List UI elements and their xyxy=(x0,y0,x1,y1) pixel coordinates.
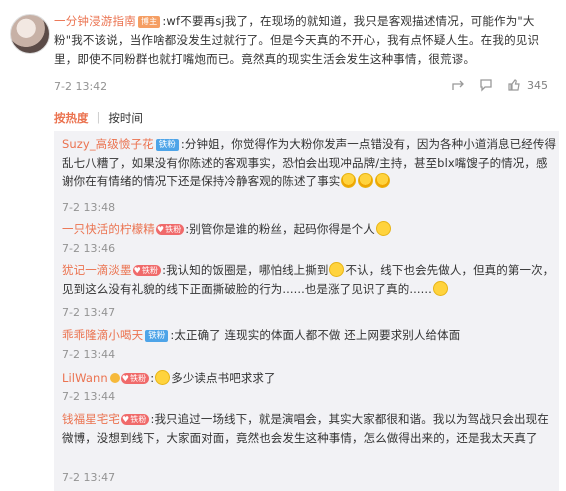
reply-username[interactable]: LilWann xyxy=(62,371,108,385)
emoji-smile-icon xyxy=(375,221,391,236)
reply-time: 7-2 13:44 xyxy=(62,348,116,361)
heart-icon: ♥ xyxy=(156,225,165,234)
reply-text: :太正确了 连现实的体面人都不做 还上网要求别人给体面 xyxy=(170,328,461,342)
sort-by-time[interactable]: 按时间 xyxy=(108,110,143,126)
like-count: 345 xyxy=(527,78,548,92)
fan-tag: 铁粉 xyxy=(155,139,179,151)
avatar[interactable] xyxy=(10,14,50,54)
emoji-hug-icon xyxy=(341,173,357,188)
reply-time: 7-2 13:46 xyxy=(62,242,116,255)
blogger-badge: 博主 xyxy=(137,16,161,28)
main-comment-text: 一分钟浸游指南 博主:wf不要再sj我了，在现场的就知道，我只是客观描述情况，可能… xyxy=(54,12,554,69)
reply-time: 7-2 13:47 xyxy=(62,471,116,484)
heart-icon: ♥ xyxy=(122,415,130,424)
fan-level-badge: ♥ 铁粉 xyxy=(120,373,150,384)
sort-divider: | xyxy=(96,110,101,124)
reply-item: 乖乖隆滴小喝天 铁粉:太正确了 连现实的体面人都不做 还上网要求别人给体面 xyxy=(62,326,557,345)
main-comment-actions: 345 xyxy=(451,78,548,92)
reply-username[interactable]: 犹记一滴淡墨 xyxy=(62,263,132,277)
sort-bar: 按热度 | 按时间 xyxy=(54,110,143,126)
main-comment-username[interactable]: 一分钟浸游指南 xyxy=(54,14,136,28)
emoji-sob-icon xyxy=(329,262,345,277)
reply-item: 一只快活的柠檬精 ♥ 铁粉:别管你是谁的粉丝，起码你得是个人 xyxy=(62,220,557,239)
reply-username[interactable]: Suzy_高级憸子花 xyxy=(62,137,154,151)
reply-item: LilWann ♥ 铁粉: 多少读点书吧求求了 xyxy=(62,370,276,385)
comment-icon[interactable] xyxy=(479,78,493,92)
reply-time: 7-2 13:47 xyxy=(62,306,116,319)
reply-username[interactable]: 一只快活的柠檬精 xyxy=(62,222,155,236)
reply-username[interactable]: 钱福星宅宅 xyxy=(62,412,120,426)
reply-text: 多少读点书吧求求了 xyxy=(171,371,276,385)
reply-item: Suzy_高级憸子花 铁粉:分钟姐，你觉得作为大粉你发声一点错没有，因为各种小道消… xyxy=(62,135,557,191)
reply-item: 犹记一滴淡墨 ♥ 铁粉:我认知的饭圈是，哪怕线上撕到 不认，线下也会先做人，但真的第一… xyxy=(62,261,557,298)
reply-text: :我认知的饭圈是，哪怕线上撕到 xyxy=(162,263,329,277)
sort-by-hot[interactable]: 按热度 xyxy=(54,110,89,126)
reply-text: :别管你是谁的粉丝，起码你得是个人 xyxy=(185,222,375,236)
share-icon[interactable] xyxy=(451,78,465,92)
heart-icon: ♥ xyxy=(121,374,130,383)
fan-level-badge: ♥ 铁粉 xyxy=(132,265,162,276)
reply-time: 7-2 13:44 xyxy=(62,390,116,403)
emoji-sob-icon xyxy=(155,370,171,385)
like-icon[interactable] xyxy=(507,78,521,92)
crown-icon xyxy=(109,373,120,383)
heart-icon: ♥ xyxy=(133,266,141,275)
main-comment-time: 7-2 13:42 xyxy=(54,80,108,93)
reply-time: 7-2 13:48 xyxy=(62,201,116,214)
reply-username[interactable]: 乖乖隆滴小喝天 xyxy=(62,328,143,342)
emoji-hug-icon xyxy=(375,173,391,188)
reply-item: 钱福星宅宅 ♥ 铁粉:我只追过一场线下，就是演唱会，其实大家都很和谐。我以为驾战只会… xyxy=(62,410,557,447)
fan-tag: 铁粉 xyxy=(145,330,169,342)
emoji-hug-icon xyxy=(358,173,374,188)
main-comment: 一分钟浸游指南 博主:wf不要再sj我了，在现场的就知道，我只是客观描述情况，可能… xyxy=(0,0,566,100)
fan-level-badge: ♥ 铁粉 xyxy=(155,224,185,235)
replies-panel: Suzy_高级憸子花 铁粉:分钟姐，你觉得作为大粉你发声一点错没有，因为各种小道消… xyxy=(54,131,559,491)
emoji-smile-icon xyxy=(432,280,448,296)
fan-level-badge: ♥ 铁粉 xyxy=(121,414,150,425)
